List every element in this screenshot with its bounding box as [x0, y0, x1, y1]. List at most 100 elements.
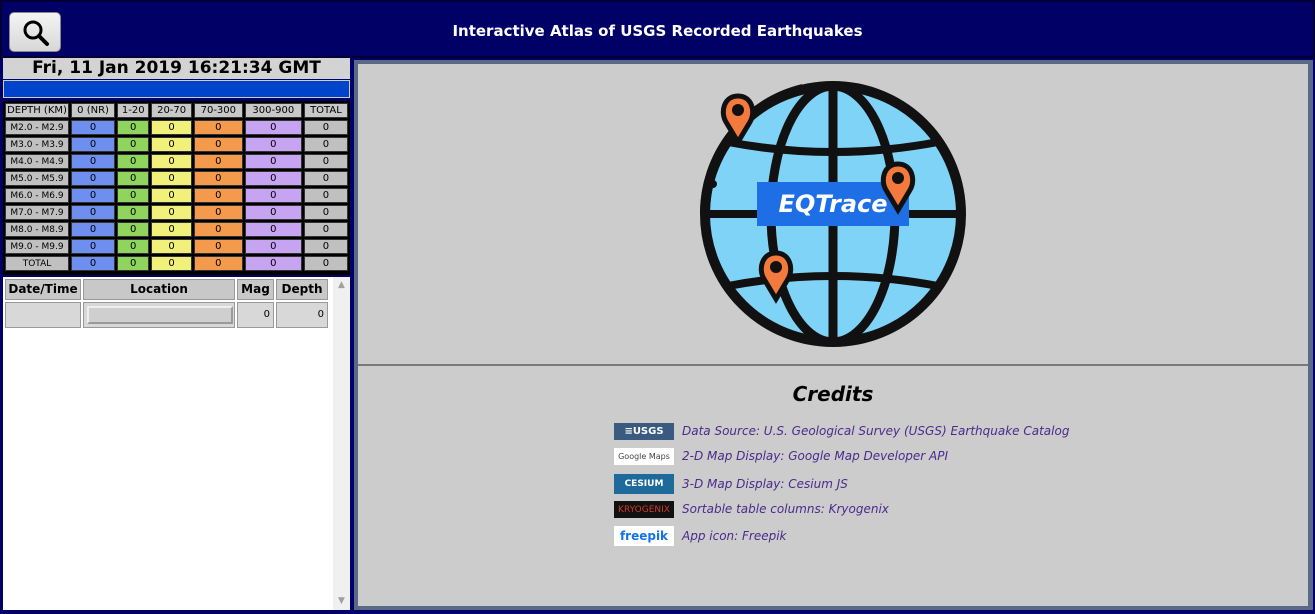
- cesium-logo: CESIUM: [614, 474, 674, 494]
- summary-count-cell: 0: [244, 188, 302, 203]
- summary-count-cell: 0: [193, 120, 243, 135]
- cell-mag: 0: [237, 302, 274, 328]
- summary-count-cell: 0: [303, 222, 348, 237]
- column-header-mag[interactable]: Mag: [237, 279, 274, 300]
- summary-count-cell: 0: [71, 171, 116, 186]
- summary-count-cell: 0: [117, 256, 150, 271]
- current-datetime: Fri, 11 Jan 2019 16:21:34 GMT: [3, 58, 350, 79]
- summary-row: TOTAL 0 0 0 0 0 0: [5, 256, 348, 271]
- summary-row: M9.0 - M9.9 0 0 0 0 0 0: [5, 239, 348, 254]
- page-title: Interactive Atlas of USGS Recorded Earth…: [452, 22, 863, 40]
- summary-count-cell: 0: [71, 205, 116, 220]
- summary-count-cell: 0: [303, 120, 348, 135]
- summary-column-header: TOTAL: [303, 103, 348, 118]
- credit-link-google-maps[interactable]: 2-D Map Display: Google Map Developer AP…: [682, 449, 948, 463]
- credit-link-freepik[interactable]: App icon: Freepik: [682, 529, 787, 543]
- table-row[interactable]: 0 0: [5, 302, 332, 328]
- summary-count-cell: 0: [303, 137, 348, 152]
- credits-title: Credits: [792, 382, 874, 406]
- cell-depth: 0: [276, 302, 328, 328]
- left-panel: Fri, 11 Jan 2019 16:21:34 GMT DEPTH (KM)…: [0, 58, 352, 614]
- summary-column-header: 70-300: [193, 103, 243, 118]
- summary-count-cell: 0: [193, 137, 243, 152]
- summary-count-cell: 0: [71, 137, 116, 152]
- app-logo-area: EQTrace: [358, 64, 1308, 364]
- summary-count-cell: 0: [151, 205, 192, 220]
- summary-row: M7.0 - M7.9 0 0 0 0 0 0: [5, 205, 348, 220]
- summary-row-label: M5.0 - M5.9: [5, 171, 69, 186]
- summary-row: M6.0 - M6.9 0 0 0 0 0 0: [5, 188, 348, 203]
- summary-count-cell: 0: [244, 222, 302, 237]
- cell-location: [83, 302, 235, 328]
- usgs-logo: ≡USGS: [614, 423, 674, 440]
- summary-column-header: 0 (NR): [71, 103, 116, 118]
- cell-datetime: [5, 302, 81, 328]
- credit-link-cesium[interactable]: 3-D Map Display: Cesium JS: [682, 477, 848, 491]
- summary-count-cell: 0: [71, 188, 116, 203]
- summary-count-cell: 0: [244, 137, 302, 152]
- list-scrollbar[interactable]: ▲ ▼: [333, 277, 350, 610]
- summary-row: M5.0 - M5.9 0 0 0 0 0 0: [5, 171, 348, 186]
- summary-count-cell: 0: [117, 171, 150, 186]
- summary-count-cell: 0: [193, 154, 243, 169]
- summary-count-cell: 0: [151, 256, 192, 271]
- summary-count-cell: 0: [71, 120, 116, 135]
- column-header-datetime[interactable]: Date/Time: [5, 279, 81, 300]
- earthquake-list: Date/Time Location Mag Depth 0 0 ▲ ▼: [3, 277, 350, 610]
- scroll-up-arrow-icon[interactable]: ▲: [337, 281, 346, 290]
- summary-count-cell: 0: [303, 205, 348, 220]
- summary-count-cell: 0: [117, 137, 150, 152]
- loading-progress-bar: [3, 80, 350, 98]
- summary-header-row: DEPTH (KM) 0 (NR) 1-20 20-70 70-300 300-900 TO…: [5, 103, 348, 118]
- header-bar: Interactive Atlas of USGS Recorded Earth…: [0, 0, 1315, 58]
- kryogenix-logo: KRYOGENIX: [614, 501, 674, 518]
- right-panel: EQTrace Credits ≡USGS Data Source: U.S. …: [352, 58, 1315, 614]
- google-maps-logo: Google Maps: [614, 448, 674, 465]
- summary-count-cell: 0: [303, 154, 348, 169]
- summary-row-label: M3.0 - M3.9: [5, 137, 69, 152]
- summary-count-cell: 0: [151, 188, 192, 203]
- summary-column-header: DEPTH (KM): [5, 103, 69, 118]
- summary-row: M4.0 - M4.9 0 0 0 0 0 0: [5, 154, 348, 169]
- summary-count-cell: 0: [151, 137, 192, 152]
- app-window: Interactive Atlas of USGS Recorded Earth…: [0, 0, 1315, 614]
- freepik-logo: freepik: [614, 526, 674, 546]
- summary-row-label: M7.0 - M7.9: [5, 205, 69, 220]
- summary-count-cell: 0: [117, 154, 150, 169]
- summary-row-label: M8.0 - M8.9: [5, 222, 69, 237]
- content-frame: EQTrace Credits ≡USGS Data Source: U.S. …: [354, 60, 1313, 610]
- summary-count-cell: 0: [303, 256, 348, 271]
- summary-count-cell: 0: [71, 256, 116, 271]
- summary-count-cell: 0: [151, 222, 192, 237]
- credit-link-usgs[interactable]: Data Source: U.S. Geological Survey (USG…: [682, 424, 1069, 438]
- summary-count-cell: 0: [151, 239, 192, 254]
- summary-row-label: TOTAL: [5, 256, 69, 271]
- credit-link-kryogenix[interactable]: Sortable table columns: Kryogenix: [682, 502, 889, 516]
- summary-count-cell: 0: [303, 239, 348, 254]
- summary-row-label: M4.0 - M4.9: [5, 154, 69, 169]
- summary-row-label: M6.0 - M6.9: [5, 188, 69, 203]
- list-header: Date/Time Location Mag Depth: [5, 279, 332, 300]
- column-header-depth[interactable]: Depth: [276, 279, 328, 300]
- summary-count-cell: 0: [193, 256, 243, 271]
- summary-count-cell: 0: [193, 205, 243, 220]
- summary-count-cell: 0: [244, 171, 302, 186]
- summary-row-label: M9.0 - M9.9: [5, 239, 69, 254]
- scroll-down-arrow-icon[interactable]: ▼: [337, 597, 346, 606]
- summary-count-cell: 0: [117, 188, 150, 203]
- progress-fill: [4, 81, 349, 97]
- summary-row-label: M2.0 - M2.9: [5, 120, 69, 135]
- column-header-location[interactable]: Location: [83, 279, 235, 300]
- summary-column-header: 1-20: [117, 103, 150, 118]
- summary-count-cell: 0: [71, 154, 116, 169]
- summary-count-cell: 0: [244, 205, 302, 220]
- summary-count-cell: 0: [303, 188, 348, 203]
- summary-row: M3.0 - M3.9 0 0 0 0 0 0: [5, 137, 348, 152]
- summary-count-cell: 0: [151, 120, 192, 135]
- summary-count-cell: 0: [193, 239, 243, 254]
- summary-count-cell: 0: [117, 205, 150, 220]
- magnitude-depth-summary-table: DEPTH (KM) 0 (NR) 1-20 20-70 70-300 300-900 TO…: [3, 101, 350, 275]
- summary-column-header: 300-900: [244, 103, 302, 118]
- location-button[interactable]: [87, 306, 233, 324]
- summary-count-cell: 0: [151, 171, 192, 186]
